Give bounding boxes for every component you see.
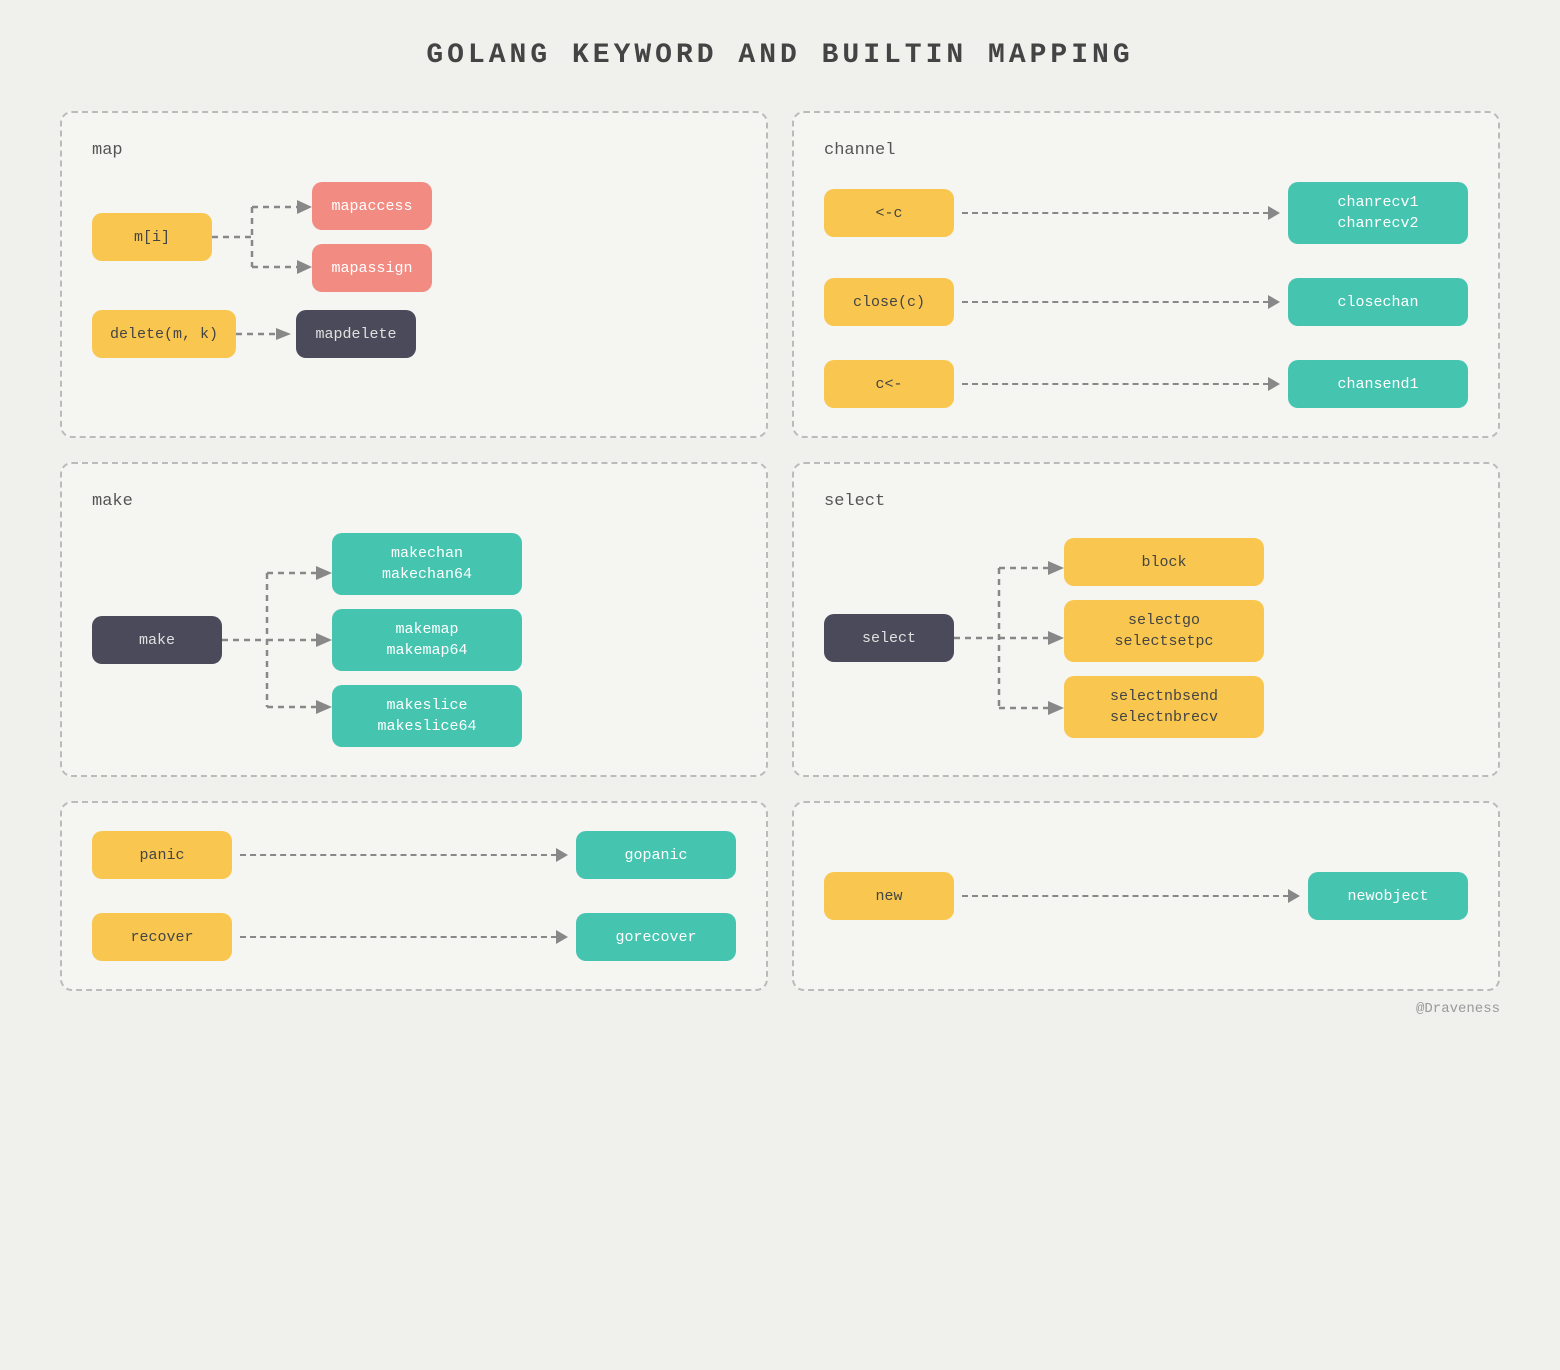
map-source1: m[i] — [92, 213, 212, 261]
new-target: newobject — [1308, 872, 1468, 920]
recover-arrow — [240, 930, 568, 944]
channel-target-2: chansend1 — [1288, 360, 1468, 408]
select-target-2: selectnbsend selectnbrecv — [1064, 676, 1264, 738]
channel-arrow-2 — [962, 377, 1280, 391]
make-target-1: makemap makemap64 — [332, 609, 522, 671]
channel-arrow-0 — [962, 206, 1280, 220]
map-source2: delete(m, k) — [92, 310, 236, 358]
new-arrow — [962, 889, 1300, 903]
panic-arrow — [240, 848, 568, 862]
recover-target: gorecover — [576, 913, 736, 961]
select-target-1: selectgo selectsetpc — [1064, 600, 1264, 662]
section-select: select select block selectgo selectsetpc… — [792, 462, 1500, 777]
channel-row-1: close(c) closechan — [824, 278, 1468, 326]
section-new: new newobject — [792, 801, 1500, 991]
map-target1a: mapaccess — [312, 182, 432, 230]
map-target2: mapdelete — [296, 310, 416, 358]
make-target-0: makechan makechan64 — [332, 533, 522, 595]
make-source: make — [92, 616, 222, 664]
select-label: select — [824, 492, 1468, 511]
make-target-2: makeslice makeslice64 — [332, 685, 522, 747]
channel-source-2: c<- — [824, 360, 954, 408]
channel-rows: <-c chanrecv1 chanrecv2 close(c) closech… — [824, 182, 1468, 408]
channel-row-2: c<- chansend1 — [824, 360, 1468, 408]
section-map: map m[i] mapaccess mapassign — [60, 111, 768, 438]
make-fork-arrows — [222, 545, 332, 735]
panic-row: panic gopanic — [92, 831, 736, 879]
map-target1b: mapassign — [312, 244, 432, 292]
channel-source-1: close(c) — [824, 278, 954, 326]
map-label: map — [92, 141, 736, 160]
page-title: GOLANG KEYWORD AND BUILTIN MAPPING — [426, 40, 1133, 71]
channel-target-0: chanrecv1 chanrecv2 — [1288, 182, 1468, 244]
new-row: new newobject — [824, 872, 1468, 920]
section-make: make make makechan makechan64 makem — [60, 462, 768, 777]
credit: @Draveness — [60, 1001, 1500, 1017]
channel-arrow-1 — [962, 295, 1280, 309]
panic-source: panic — [92, 831, 232, 879]
recover-source: recover — [92, 913, 232, 961]
channel-row-0: <-c chanrecv1 chanrecv2 — [824, 182, 1468, 244]
channel-source-0: <-c — [824, 189, 954, 237]
main-grid: map m[i] mapaccess mapassign — [60, 111, 1500, 991]
new-source: new — [824, 872, 954, 920]
select-target-0: block — [1064, 538, 1264, 586]
channel-label: channel — [824, 141, 1468, 160]
map-arrow2 — [236, 324, 296, 344]
channel-target-1: closechan — [1288, 278, 1468, 326]
panic-recover-rows: panic gopanic recover gorecover — [92, 831, 736, 961]
recover-row: recover gorecover — [92, 913, 736, 961]
section-channel: channel <-c chanrecv1 chanrecv2 close(c)… — [792, 111, 1500, 438]
map-fork-arrows — [212, 182, 312, 292]
section-panic-recover: panic gopanic recover gorecover — [60, 801, 768, 991]
select-fork-arrows — [954, 533, 1064, 743]
make-label: make — [92, 492, 736, 511]
panic-target: gopanic — [576, 831, 736, 879]
select-source: select — [824, 614, 954, 662]
